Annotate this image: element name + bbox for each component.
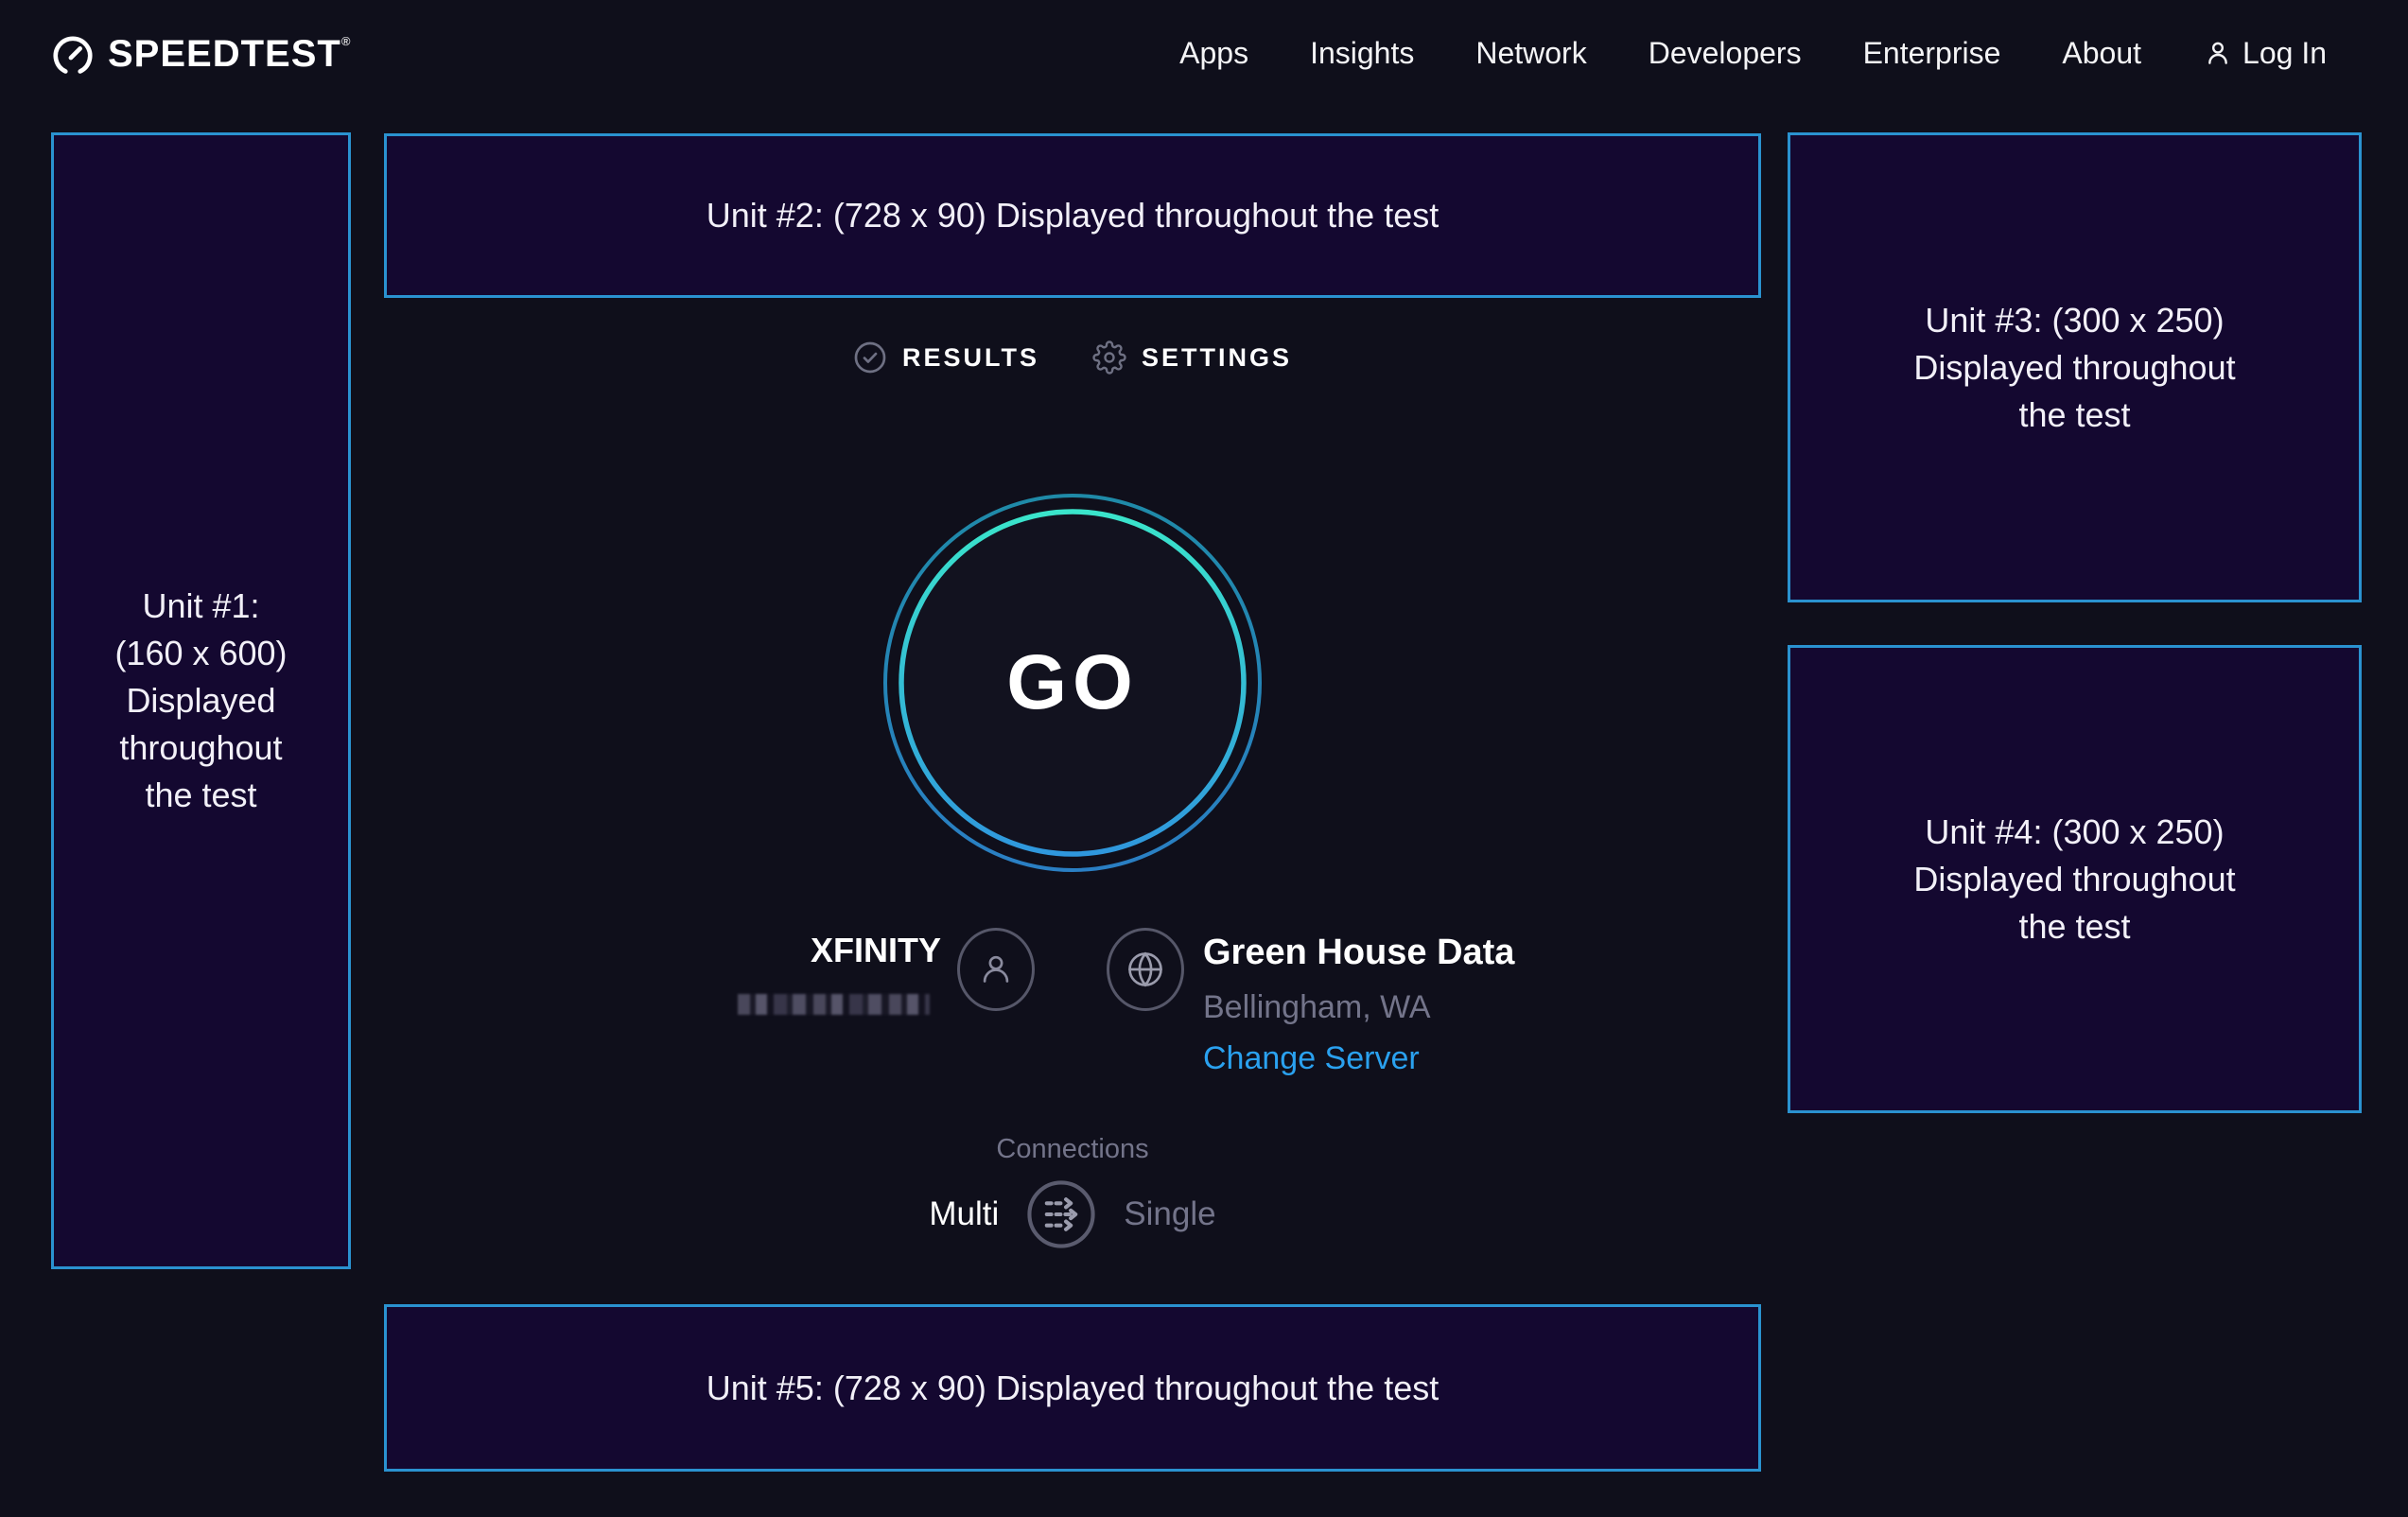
person-icon <box>974 948 1018 991</box>
server-avatar <box>1107 928 1184 1011</box>
ad-unit-3[interactable]: Unit #3: (300 x 250) Displayed throughou… <box>1788 132 2362 602</box>
connections-label: Connections <box>384 1134 1761 1165</box>
tab-settings-label: SETTINGS <box>1142 343 1292 373</box>
connections-multi-option[interactable]: Multi <box>929 1195 999 1233</box>
nav-item-developers[interactable]: Developers <box>1649 36 1802 71</box>
trademark-symbol: ® <box>341 34 352 48</box>
nav-item-network[interactable]: Network <box>1475 36 1586 71</box>
go-button[interactable]: GO <box>879 489 1266 877</box>
isp-avatar <box>957 928 1035 1011</box>
ad-unit-4-text: Unit #4: (300 x 250) Displayed throughou… <box>1913 809 2235 950</box>
ad-unit-5-text: Unit #5: (728 x 90) Displayed throughout… <box>707 1365 1439 1412</box>
ad-unit-4[interactable]: Unit #4: (300 x 250) Displayed throughou… <box>1788 645 2362 1113</box>
isp-ip-redacted <box>738 994 930 1015</box>
ad-unit-3-text: Unit #3: (300 x 250) Displayed throughou… <box>1913 297 2235 439</box>
connections-single-option[interactable]: Single <box>1124 1195 1215 1233</box>
check-circle-icon <box>853 340 887 375</box>
tab-results-label: RESULTS <box>902 343 1039 373</box>
go-button-label: GO <box>879 489 1266 877</box>
connections-toggle[interactable] <box>1025 1178 1097 1250</box>
nav-item-about[interactable]: About <box>2062 36 2141 71</box>
ad-unit-2-text: Unit #2: (728 x 90) Displayed throughout… <box>707 192 1439 239</box>
connections-row: Multi Single <box>384 1177 1761 1251</box>
isp-name: XFINITY <box>690 931 941 970</box>
ad-unit-1-text: Unit #1: (160 x 600) Displayed throughou… <box>114 583 287 819</box>
change-server-link[interactable]: Change Server <box>1203 1040 1420 1077</box>
server-name: Green House Data <box>1203 933 1514 973</box>
view-tabs: RESULTS SETTINGS <box>384 340 1761 375</box>
login-button[interactable]: Log In <box>2203 36 2327 71</box>
tab-settings[interactable]: SETTINGS <box>1092 340 1292 375</box>
ad-unit-5[interactable]: Unit #5: (728 x 90) Displayed throughout… <box>384 1304 1761 1472</box>
logo-wordmark: SPEEDTEST® <box>108 32 351 76</box>
multi-connections-icon <box>1025 1178 1097 1250</box>
login-label: Log In <box>2242 36 2327 71</box>
gear-icon <box>1092 340 1126 375</box>
top-nav-bar: SPEEDTEST® Apps Insights Network Develop… <box>0 0 2408 106</box>
speedtest-page: SPEEDTEST® Apps Insights Network Develop… <box>0 0 2408 1517</box>
ad-unit-1[interactable]: Unit #1: (160 x 600) Displayed throughou… <box>51 132 351 1269</box>
globe-icon <box>1124 948 1167 991</box>
ad-unit-2[interactable]: Unit #2: (728 x 90) Displayed throughout… <box>384 133 1761 298</box>
nav-item-enterprise[interactable]: Enterprise <box>1863 36 2001 71</box>
tab-results[interactable]: RESULTS <box>853 340 1039 375</box>
gauge-icon <box>51 34 95 78</box>
speedtest-logo[interactable]: SPEEDTEST® <box>51 32 351 78</box>
nav-item-apps[interactable]: Apps <box>1179 36 1248 71</box>
server-location: Bellingham, WA <box>1203 989 1431 1026</box>
main-nav: Apps Insights Network Developers Enterpr… <box>1179 0 2327 106</box>
nav-item-insights[interactable]: Insights <box>1310 36 1414 71</box>
person-icon <box>2203 38 2233 68</box>
